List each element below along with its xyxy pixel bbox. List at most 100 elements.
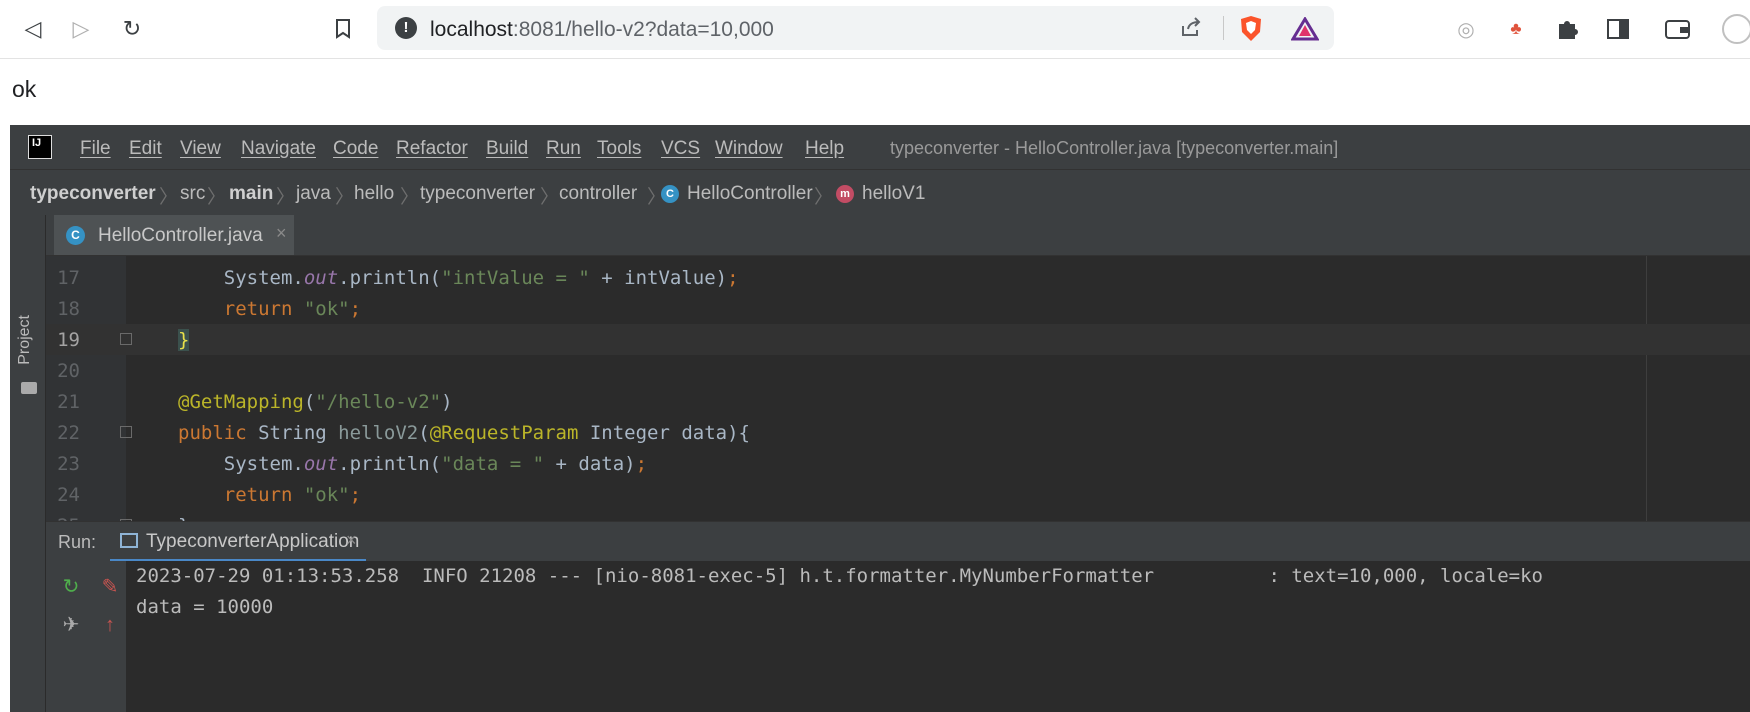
bookmark-icon[interactable] (328, 14, 358, 44)
project-tool-button[interactable]: Project (16, 315, 34, 365)
code-text: public String helloV2(@RequestParam Inte… (178, 422, 750, 444)
console-output-line: data = 10000 (136, 596, 274, 618)
menu-run[interactable]: Run (546, 138, 581, 160)
folder-icon[interactable] (21, 382, 37, 394)
intellij-logo-icon: IJ (28, 135, 52, 159)
method-icon: m (836, 185, 854, 203)
tab-label: HelloController.java (98, 225, 263, 246)
class-icon: C (661, 185, 679, 203)
close-icon[interactable]: × (276, 223, 287, 244)
code-line-current: 19 } (46, 324, 1750, 355)
crumb-project[interactable]: typeconverter (30, 183, 156, 205)
crumb-separator: 〉 (159, 187, 179, 208)
menu-file[interactable]: File (80, 138, 111, 160)
forward-icon[interactable]: ▷ (66, 14, 96, 44)
code-line: 20 (46, 355, 1750, 386)
reload-icon[interactable]: ↻ (117, 14, 147, 44)
crumb-typeconverter[interactable]: typeconverter (420, 183, 535, 205)
code-editor[interactable]: 17 System.out.println("intValue = " + in… (46, 256, 1750, 521)
brave-rewards-icon[interactable] (1290, 16, 1320, 46)
menu-vcs[interactable]: VCS (661, 138, 700, 160)
line-number: 17 (57, 267, 80, 289)
line-number: 21 (57, 391, 80, 413)
code-text: @GetMapping("/hello-v2") (178, 391, 453, 413)
divider (1223, 16, 1224, 40)
fold-icon[interactable] (120, 333, 132, 345)
menu-build[interactable]: Build (486, 138, 528, 160)
rerun-icon[interactable]: ↻ (59, 575, 83, 599)
sidebar-icon[interactable] (1605, 16, 1631, 42)
line-number: 20 (57, 360, 80, 382)
tab-hellocontroller[interactable]: C HelloController.java × (54, 215, 294, 255)
code-text: return "ok"; (223, 298, 362, 320)
site-info-icon[interactable]: ! (395, 17, 417, 39)
line-number: 22 (57, 422, 80, 444)
class-icon: C (66, 226, 85, 245)
code-line: 24 return "ok"; (46, 479, 1750, 510)
menu-edit[interactable]: Edit (129, 138, 162, 160)
menu-navigate[interactable]: Navigate (241, 138, 316, 160)
fold-icon[interactable] (120, 426, 132, 438)
back-icon[interactable]: ◁ (18, 14, 48, 44)
brave-shield-icon[interactable] (1239, 15, 1263, 47)
crumb-separator: 〉 (276, 187, 296, 208)
code-line: 18 return "ok"; (46, 293, 1750, 324)
settings-wrench-icon[interactable]: ✈ (59, 613, 83, 637)
crumb-separator: 〉 (400, 187, 420, 208)
close-icon[interactable]: × (346, 530, 357, 551)
crumb-controller[interactable]: controller (559, 183, 637, 205)
extension-circle-icon[interactable]: ◎ (1453, 16, 1479, 42)
crumb-separator: 〉 (335, 187, 355, 208)
menu-window[interactable]: Window (715, 138, 783, 160)
run-console[interactable]: 2023-07-29 01:13:53.258 INFO 21208 --- [… (126, 561, 1750, 712)
crumb-main[interactable]: main (229, 183, 273, 205)
crumb-java[interactable]: java (296, 183, 331, 205)
code-line: 22 public String helloV2(@RequestParam I… (46, 417, 1750, 448)
console-icon (120, 533, 138, 548)
run-label: Run: (58, 532, 97, 552)
extension-org-icon[interactable]: ♣ (1503, 16, 1529, 42)
run-toolbar: Run: TypeconverterApplication × (46, 521, 1750, 562)
crumb-separator: 〉 (540, 187, 560, 208)
window-title: typeconverter - HelloController.java [ty… (890, 138, 1339, 158)
editor-tabs: C HelloController.java × (46, 215, 1750, 256)
code-line: 23 System.out.println("data = " + data); (46, 448, 1750, 479)
up-arrow-icon[interactable]: ↑ (98, 613, 122, 637)
run-tab-label[interactable]: TypeconverterApplication (146, 531, 359, 553)
partial-line (178, 256, 478, 258)
run-tools-strip: ↻ ✎ ✈ ↑ (46, 561, 126, 712)
crumb-separator: 〉 (814, 187, 834, 208)
menu-view[interactable]: View (180, 138, 221, 160)
menu-bar: IJ File Edit View Navigate Code Refactor… (10, 125, 1750, 169)
code-text: System.out.println("data = " + data); (178, 453, 648, 475)
line-number: 24 (57, 484, 80, 506)
url-text: localhost:8081/hello-v2?data=10,000 (430, 18, 774, 41)
intellij-window: IJ File Edit View Navigate Code Refactor… (10, 125, 1750, 712)
line-number: 19 (57, 329, 80, 351)
code-text: return "ok"; (223, 484, 362, 506)
line-number: 18 (57, 298, 80, 320)
wallet-icon[interactable] (1665, 16, 1691, 42)
code-text: } (178, 329, 190, 351)
menu-help[interactable]: Help (805, 138, 844, 160)
line-number: 23 (57, 453, 80, 475)
crumb-class[interactable]: HelloController (687, 183, 813, 205)
crumb-method[interactable]: helloV1 (862, 183, 925, 205)
menu-tools[interactable]: Tools (597, 138, 641, 160)
profile-avatar[interactable] (1722, 14, 1750, 44)
breadcrumb: typeconverter 〉 src 〉 main 〉 java 〉 hell… (10, 169, 1750, 216)
code-text: System.out.println("intValue = " + intVa… (178, 267, 739, 289)
page-response-text: ok (12, 76, 37, 102)
puzzle-icon[interactable] (1554, 16, 1580, 42)
code-line: 17 System.out.println("intValue = " + in… (46, 262, 1750, 293)
clear-icon[interactable]: ✎ (98, 575, 122, 599)
code-line: 21 @GetMapping("/hello-v2") (46, 386, 1750, 417)
share-icon[interactable] (1180, 16, 1202, 44)
menu-refactor[interactable]: Refactor (396, 138, 468, 160)
address-bar[interactable]: ! localhost:8081/hello-v2?data=10,000 (377, 6, 1334, 50)
browser-toolbar: ◁ ▷ ↻ ! localhost:8081/hello-v2?data=10,… (0, 0, 1750, 59)
crumb-hello[interactable]: hello (354, 183, 394, 205)
crumb-src[interactable]: src (180, 183, 205, 205)
menu-code[interactable]: Code (333, 138, 378, 160)
console-log-line: 2023-07-29 01:13:53.258 INFO 21208 --- [… (136, 565, 1543, 587)
